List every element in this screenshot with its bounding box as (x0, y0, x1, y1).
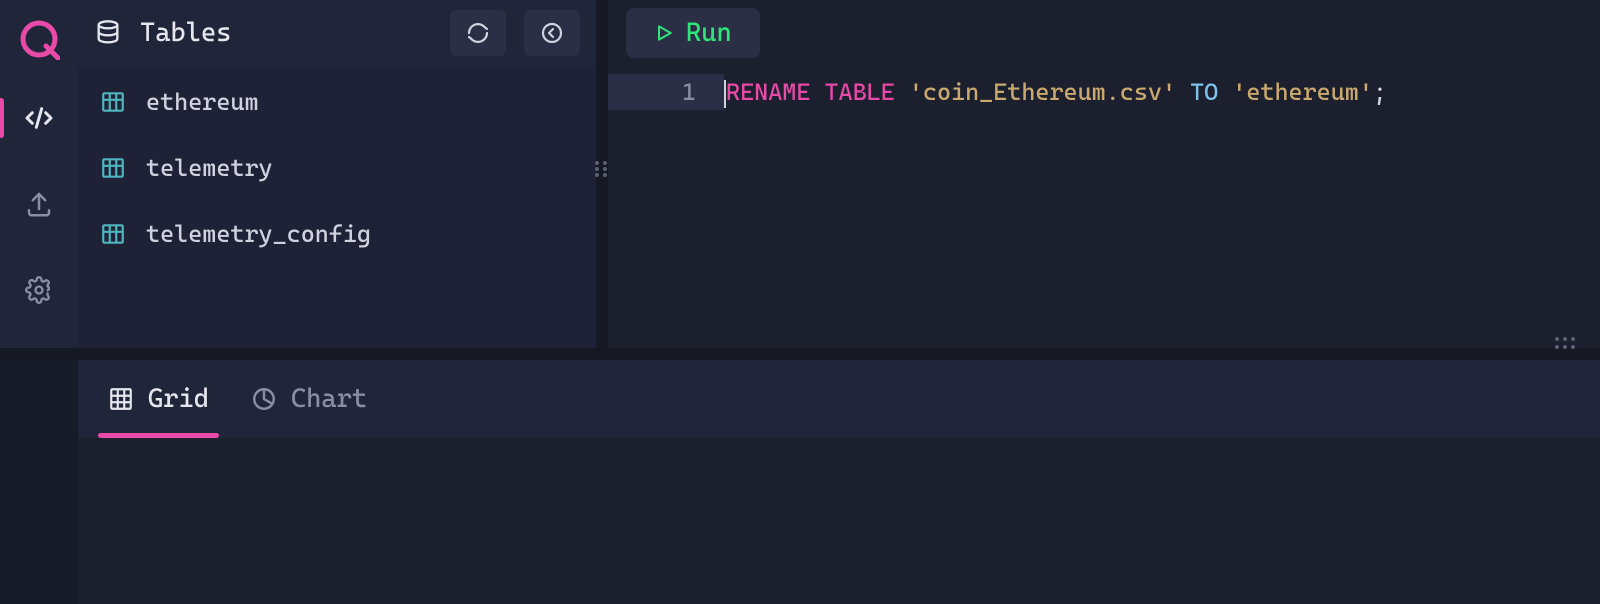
chart-icon (251, 386, 277, 412)
table-icon (100, 221, 126, 247)
run-button[interactable]: Run (626, 8, 760, 58)
tables-title: Tables (140, 18, 432, 48)
table-item-ethereum[interactable]: ethereum (88, 78, 586, 126)
table-icon (100, 155, 126, 181)
table-item-telemetry[interactable]: telemetry (88, 144, 586, 192)
panel-resize-handle[interactable] (594, 160, 608, 178)
refresh-button[interactable] (450, 10, 506, 56)
line-number: 1 (608, 74, 724, 110)
database-icon (94, 19, 122, 47)
tab-label: Chart (291, 384, 367, 414)
rail-settings[interactable] (0, 262, 78, 318)
run-label: Run (686, 18, 732, 48)
result-pane (78, 438, 1600, 604)
table-name: telemetry_config (146, 220, 371, 248)
tab-label: Grid (148, 384, 209, 414)
table-name: telemetry (146, 154, 273, 182)
result-tabs: Grid Chart (78, 360, 1600, 438)
editor-resize-handle[interactable] (1554, 336, 1576, 350)
rail-editor[interactable] (0, 90, 78, 146)
play-icon (654, 23, 674, 43)
app-logo (18, 18, 60, 60)
editor-toolbar: Run (608, 0, 1600, 66)
table-item-telemetry-config[interactable]: telemetry_config (88, 210, 586, 258)
grid-icon (108, 386, 134, 412)
table-list: ethereum telemetry telemetry_config (78, 66, 596, 348)
collapse-button[interactable] (524, 10, 580, 56)
editor-column: Run 1 RENAME TABLE 'coin_Ethereum.csv' T… (598, 0, 1600, 348)
tables-header: Tables (78, 0, 596, 66)
table-icon (100, 89, 126, 115)
results-area: Grid Chart (0, 348, 1600, 604)
tables-panel: Tables ethereum (78, 0, 598, 348)
bottom-gutter (0, 360, 78, 604)
left-rail (0, 0, 78, 348)
tab-grid[interactable]: Grid (108, 360, 209, 438)
tab-chart[interactable]: Chart (251, 360, 367, 438)
line-gutter: 1 (608, 66, 724, 348)
code-editor[interactable]: 1 RENAME TABLE 'coin_Ethereum.csv' TO 'e… (608, 66, 1600, 348)
table-name: ethereum (146, 88, 259, 116)
code-content[interactable]: RENAME TABLE 'coin_Ethereum.csv' TO 'eth… (724, 66, 1600, 348)
rail-import[interactable] (0, 176, 78, 232)
